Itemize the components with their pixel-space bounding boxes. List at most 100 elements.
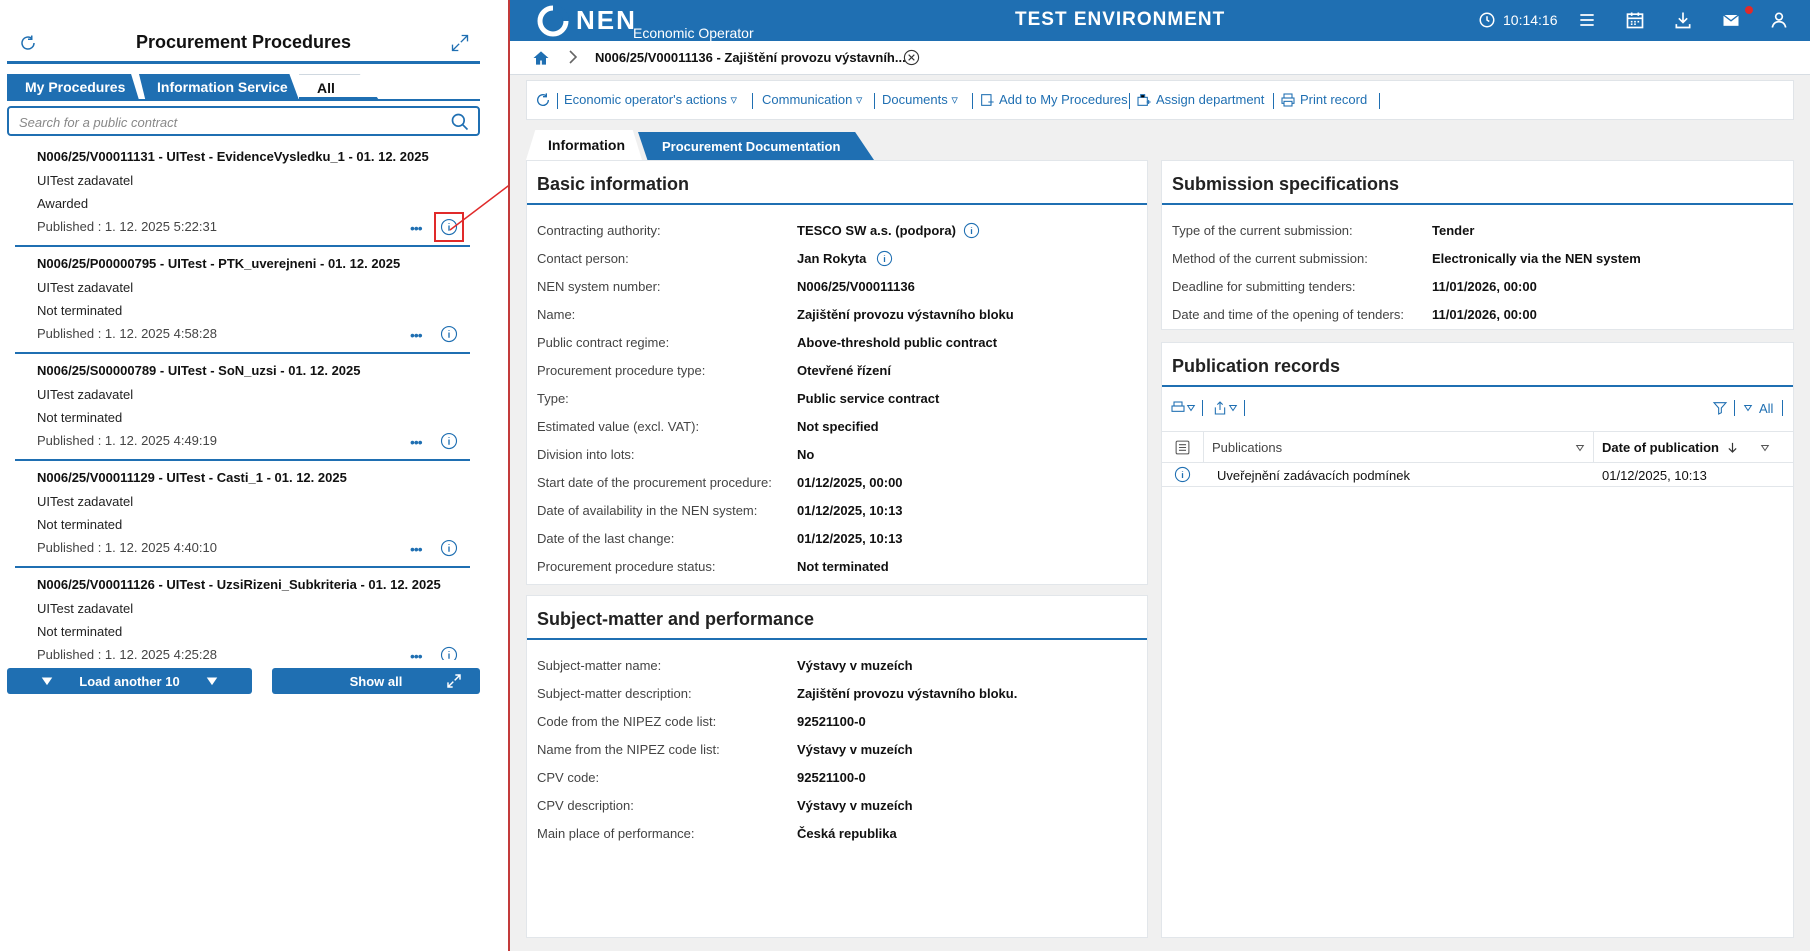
info-icon[interactable] [1174,466,1191,483]
item-published: Published : 1. 12. 2025 4:25:28 [37,647,217,660]
print-icon[interactable] [1168,400,1188,416]
calendar-icon[interactable] [1625,10,1645,30]
row-label: Method of the current submission: [1172,251,1368,266]
chevron-down-icon[interactable] [1743,400,1753,416]
search-icon[interactable] [450,112,470,132]
tab-procurement-documentation[interactable]: Procurement Documentation [638,132,874,160]
procedure-list: N006/25/V00011131 - UITest - EvidenceVys… [15,140,470,660]
more-icon[interactable]: ••• [410,327,423,343]
more-icon[interactable]: ••• [410,220,423,236]
toolbar-separator [1244,400,1245,416]
card-underline [1162,203,1793,205]
expand-icon[interactable] [450,33,470,53]
refresh-icon[interactable] [535,92,551,108]
column-header-date[interactable]: Date of publication [1594,432,1774,462]
info-row: Start date of the procurement procedure:… [537,475,903,490]
assign-department-button[interactable]: Assign department [1156,92,1264,107]
info-icon[interactable] [876,250,893,267]
info-icon[interactable] [440,539,458,557]
row-value: Jan Rokyta [797,251,867,266]
publication-name[interactable]: Uveřejnění zadávacích podmínek [1217,468,1410,483]
column-label: Date of publication [1602,440,1719,455]
list-item[interactable]: N006/25/P00000795 - UITest - PTK_uverejn… [15,247,470,354]
filter-icon[interactable] [1710,400,1730,416]
nen-logo-icon[interactable] [536,4,570,38]
print-record-button[interactable]: Print record [1300,92,1367,107]
card-heading: Subject-matter and performance [537,609,815,629]
export-icon[interactable] [1210,400,1230,416]
panel-tabs: My Procedures Information Service All [7,74,480,100]
info-icon[interactable] [440,325,458,343]
chevron-down-icon[interactable] [1186,400,1196,416]
close-icon[interactable] [903,49,920,66]
info-row: Procurement procedure type: Otevřené říze… [537,363,891,378]
search-input[interactable] [19,113,439,131]
menu-icon[interactable] [1577,10,1597,30]
info-icon[interactable] [440,646,458,660]
item-title[interactable]: N006/25/P00000795 - UITest - PTK_uverejn… [37,256,400,271]
chevron-down-icon[interactable] [1760,443,1770,453]
item-authority: UITest zadavatel [37,280,134,295]
home-icon[interactable] [531,48,551,68]
toolbar-separator [874,93,875,109]
toolbar-separator [752,93,753,109]
tab-information-service[interactable]: Information Service [139,74,299,100]
load-more-button[interactable]: Load another 10 [7,668,252,694]
column-header-publications[interactable]: Publications [1204,432,1594,462]
info-row: Contact person: Jan Rokyta [537,250,893,267]
row-value: 01/12/2025, 00:00 [797,475,903,490]
documents-menu[interactable]: Documents ▿ [882,92,958,108]
list-item[interactable]: N006/25/V00011126 - UITest - UzsiRizeni_… [15,568,470,660]
filter-all-label[interactable]: All [1759,401,1773,416]
print-icon [1281,93,1295,107]
economic-operator-actions-menu[interactable]: Economic operator's actions ▿ [564,92,737,108]
mail-icon[interactable] [1721,10,1741,30]
download-icon[interactable] [1673,10,1693,30]
tab-my-procedures[interactable]: My Procedures [7,74,139,100]
info-icon[interactable] [440,432,458,450]
tab-all[interactable]: All [299,74,379,100]
clock-icon [1479,12,1495,28]
info-row: Name from the NIPEZ code list: Výstavy v … [537,742,913,757]
row-value: N006/25/V00011136 [797,279,915,294]
chevron-down-icon[interactable] [1575,443,1585,453]
table-row[interactable]: Uveřejnění zadávacích podmínek 01/12/202… [1162,463,1793,487]
info-icon[interactable] [963,222,980,239]
user-icon[interactable] [1769,10,1789,30]
row-label: Contracting authority: [537,223,661,238]
brand: NEN [576,5,637,35]
item-title[interactable]: N006/25/V00011131 - UITest - EvidenceVys… [37,149,429,164]
more-icon[interactable]: ••• [410,648,423,660]
sort-down-icon[interactable] [1727,442,1738,453]
list-item[interactable]: N006/25/S00000789 - UITest - SoN_uzsi - … [15,354,470,461]
row-label: Main place of performance: [537,826,695,841]
breadcrumb-current[interactable]: N006/25/V00011136 - Zajištění provozu vý… [595,50,906,65]
row-value: Public service contract [797,391,940,406]
list-item[interactable]: N006/25/V00011131 - UITest - EvidenceVys… [15,140,470,247]
more-icon[interactable]: ••• [410,434,423,450]
more-icon[interactable]: ••• [410,541,423,557]
communication-menu[interactable]: Communication ▿ [762,92,862,108]
row-label: Date and time of the opening of tenders: [1172,307,1404,322]
item-title[interactable]: N006/25/V00011129 - UITest - Casti_1 - 0… [37,470,347,485]
row-label: Date of the last change: [537,531,675,546]
item-title[interactable]: N006/25/S00000789 - UITest - SoN_uzsi - … [37,363,361,378]
row-label: Name from the NIPEZ code list: [537,742,720,757]
tab-information[interactable]: Information [526,130,642,160]
item-title[interactable]: N006/25/V00011126 - UITest - UzsiRizeni_… [37,577,441,592]
info-row: Division into lots: No [537,447,814,462]
chevron-down-icon[interactable] [1228,400,1238,416]
row-value: Tender [1432,223,1475,238]
show-all-button[interactable]: Show all [272,668,480,694]
row-value: Not terminated [797,559,889,574]
list-item[interactable]: N006/25/V00011129 - UITest - Casti_1 - 0… [15,461,470,568]
column-settings-icon[interactable] [1174,439,1191,456]
item-authority: UITest zadavatel [37,387,134,402]
submission-specifications-card: Submission specifications Type of the cu… [1161,160,1794,330]
info-row: Name: Zajištění provozu výstavního bloku [537,307,1014,322]
row-value: Výstavy v muzeích [797,742,913,757]
add-to-my-procedures-button[interactable]: Add to My Procedures [999,92,1128,107]
search-box [7,106,480,136]
row-value: 92521100-0 [797,770,866,785]
info-row: Estimated value (excl. VAT): Not specifie… [537,419,879,434]
